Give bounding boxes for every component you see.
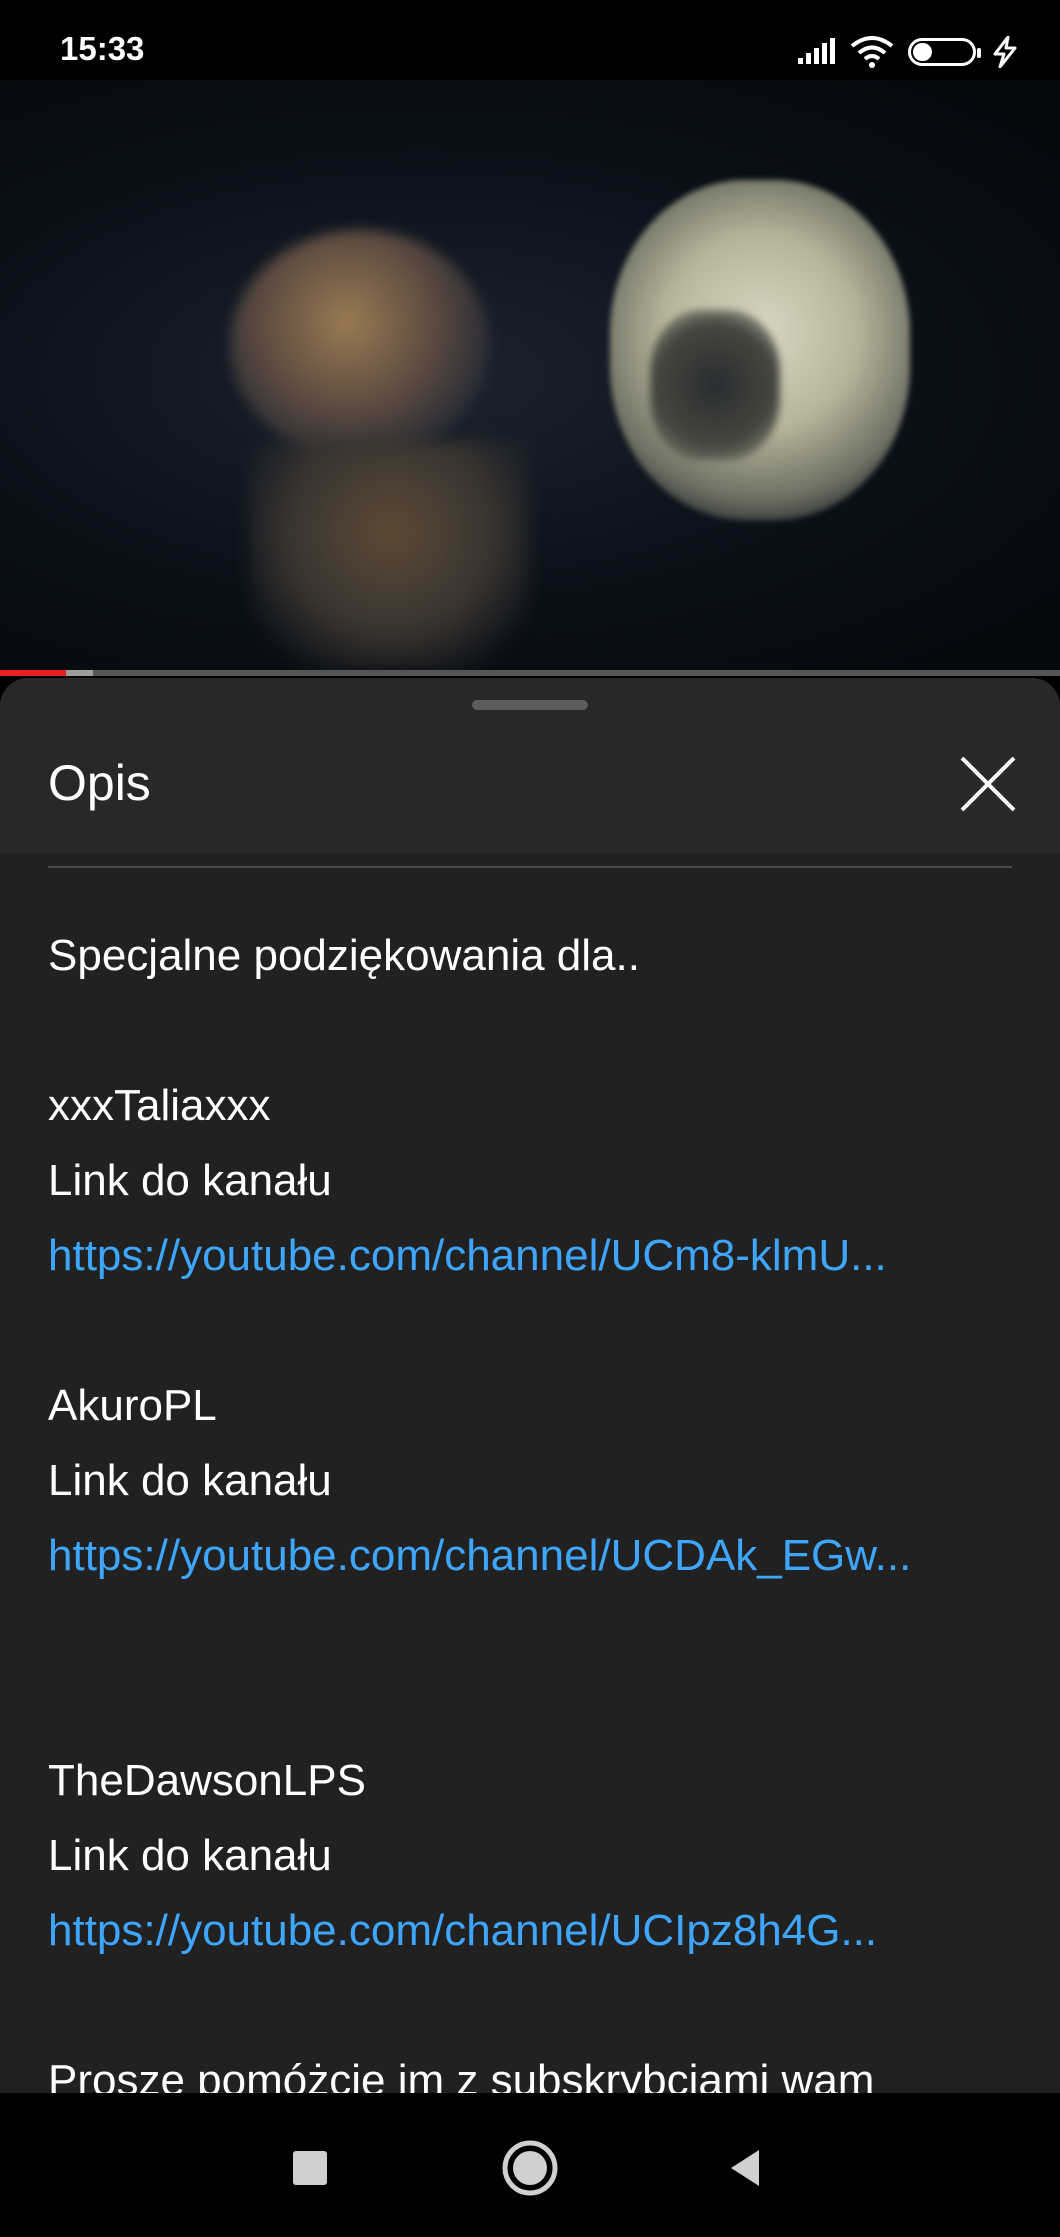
description-intro: Specjalne podziękowania dla.. [48,931,640,980]
back-icon [731,2150,759,2186]
drag-handle[interactable] [472,700,588,710]
channel-link[interactable]: https://youtube.com/channel/UCDAk_EGw... [48,1518,1028,1593]
back-button[interactable] [710,2133,780,2203]
divider [48,866,1012,868]
navigation-bar [0,2093,1060,2237]
description-closing: Proszę pomóżcie im z subskrybcjami wam [48,2056,875,2093]
battery-icon: 31 [908,38,981,66]
entry-label: Link do kanału [48,1456,332,1505]
close-button[interactable] [956,752,1020,816]
entry-name: xxxTaliaxxx [48,1081,271,1130]
sheet-header: Opis [0,678,1060,854]
wifi-icon [850,36,894,68]
description-sheet: Opis Specjalne podziękowania dla.. xxxTa… [0,678,1060,2093]
battery-level: 31 [930,40,954,63]
video-progress-bar[interactable] [0,670,1060,676]
entry-name: AkuroPL [48,1381,217,1430]
status-time: 15:33 [60,30,145,67]
signal-icon [796,38,836,66]
charging-icon [990,36,1020,68]
recents-button[interactable] [275,2133,345,2203]
channel-link[interactable]: https://youtube.com/channel/UCm8-klmU... [48,1218,1028,1293]
recents-icon [293,2151,327,2185]
status-bar: 15:33 31 [0,0,1060,80]
home-icon [502,2140,558,2196]
close-icon [960,756,1016,812]
entry-name: TheDawsonLPS [48,1756,366,1805]
entry-label: Link do kanału [48,1156,332,1205]
description-text: Specjalne podziękowania dla.. xxxTaliaxx… [48,918,1028,2093]
video-figure-left [230,230,490,460]
sheet-title: Opis [48,755,151,811]
status-icons: 31 [796,30,1020,74]
channel-link[interactable]: https://youtube.com/channel/UCIpz8h4G... [48,1893,1028,1968]
video-figure-left-body [250,440,530,670]
home-button[interactable] [495,2133,565,2203]
video-figure-right-face [650,310,780,460]
entry-label: Link do kanału [48,1831,332,1880]
progress-played [0,670,66,676]
video-player[interactable] [0,80,1060,670]
